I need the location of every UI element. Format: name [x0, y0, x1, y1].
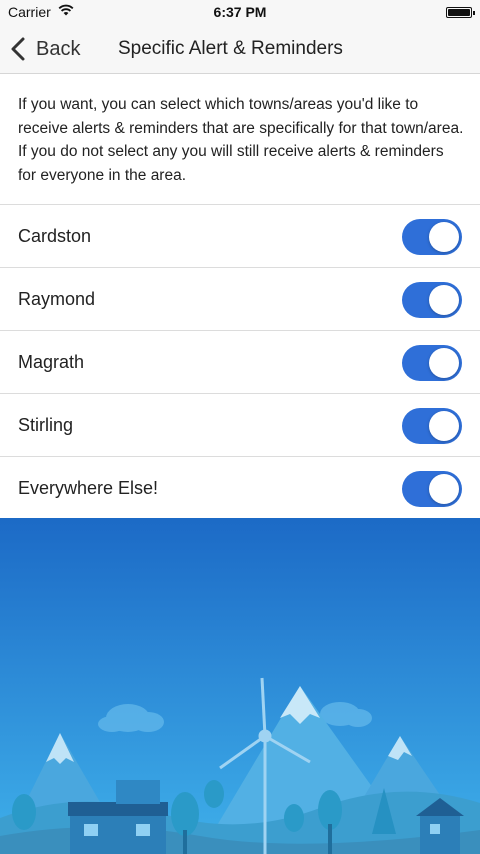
status-time: 6:37 PM [213, 4, 267, 20]
navigation-bar: Back Specific Alert & Reminders [0, 24, 480, 74]
town-label: Everywhere Else! [18, 478, 159, 498]
town-toggle-list: Cardston Raymond Magrath Stirling Everyw… [0, 204, 480, 520]
town-label: Stirling [18, 415, 74, 435]
toggle-knob [429, 222, 459, 252]
intro-description: If you want, you can select which towns/… [18, 96, 464, 184]
toggle-knob [429, 285, 459, 315]
town-label: Cardston [18, 226, 92, 246]
toggle-knob [429, 348, 459, 378]
magrath-toggle[interactable] [402, 345, 462, 381]
status-bar: Carrier 6:37 PM [0, 0, 480, 24]
list-item-magrath: Magrath [0, 331, 480, 394]
toggle-knob [429, 411, 459, 441]
landscape-illustration [0, 518, 480, 854]
town-label: Raymond [18, 289, 96, 309]
cardston-toggle[interactable] [402, 219, 462, 255]
toggle-knob [429, 474, 459, 504]
list-item-everywhere-else: Everywhere Else! [0, 457, 480, 520]
raymond-toggle[interactable] [402, 282, 462, 318]
list-item-raymond: Raymond [0, 268, 480, 331]
back-label: Back [36, 37, 81, 60]
list-item-stirling: Stirling [0, 394, 480, 457]
stirling-toggle[interactable] [402, 408, 462, 444]
town-label: Magrath [18, 352, 85, 372]
back-button[interactable]: Back [8, 34, 80, 64]
everywhere-else-toggle[interactable] [402, 471, 462, 507]
page-title: Specific Alert & Reminders [118, 38, 343, 59]
battery-icon [446, 7, 475, 18]
chevron-left-icon [11, 37, 25, 61]
landscape-background [0, 518, 480, 854]
list-item-cardston: Cardston [0, 205, 480, 268]
